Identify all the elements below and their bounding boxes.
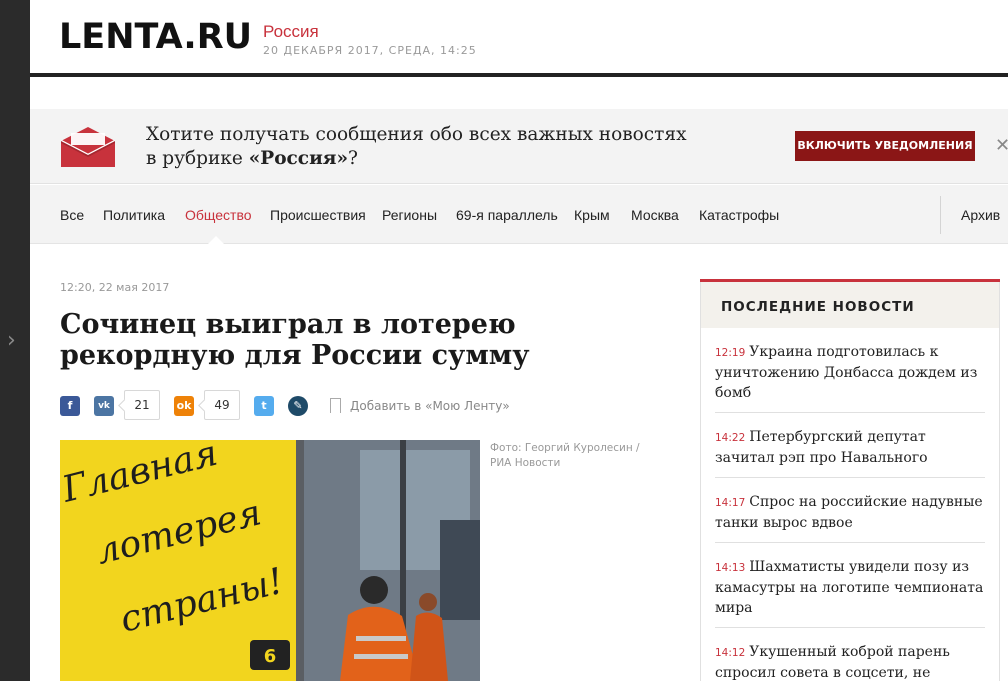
news-headline[interactable]: Петербургский депутат зачитал рэп про На… (715, 429, 928, 466)
nav-item-regions[interactable]: Регионы (382, 207, 437, 223)
livejournal-share-icon[interactable]: ✎ (288, 396, 308, 416)
sidebar-header: ПОСЛЕДНИЕ НОВОСТИ (701, 282, 999, 328)
news-item[interactable]: 14:17 Спрос на российские надувные танки … (715, 492, 987, 533)
twitter-share-icon[interactable]: t (254, 396, 274, 416)
site-header: LENTA.RU Россия 20 ДЕКАБРЯ 2017, СРЕДА, … (30, 0, 1008, 77)
chevron-right-icon[interactable]: › (7, 328, 16, 353)
site-logo[interactable]: LENTA.RU (59, 17, 252, 57)
nav-item-crimea[interactable]: Крым (574, 207, 610, 223)
nav-item-69-parallel[interactable]: 69-я параллель (456, 207, 558, 223)
bookmark-icon[interactable] (330, 398, 341, 413)
news-divider (715, 627, 985, 628)
news-headline[interactable]: Украина подготовилась к уничтожению Донб… (715, 344, 977, 401)
notification-prefix: в рубрике (146, 148, 249, 169)
photo-credit-line2[interactable]: РИА Новости (490, 457, 560, 469)
news-item[interactable]: 14:12 Укушенный коброй парень спросил сов… (715, 642, 987, 681)
news-item[interactable]: 14:13 Шахматисты увидели позу из камасутр… (715, 557, 987, 618)
photo-credit: Фото: Георгий Куролесин / РИА Новости (490, 441, 650, 471)
sidebar-title: ПОСЛЕДНИЕ НОВОСТИ (721, 299, 915, 315)
rubric-link[interactable]: Россия (263, 22, 319, 42)
news-time: 14:22 (715, 432, 746, 444)
lottery-kiosk-photo: 6 Главная лотерея страны! (60, 440, 480, 681)
facebook-share-icon[interactable]: f (60, 396, 80, 416)
notification-banner: Хотите получать сообщения обо всех важны… (30, 109, 1008, 184)
nav-item-disasters[interactable]: Катастрофы (699, 207, 779, 223)
nav-item-incidents[interactable]: Происшествия (270, 207, 366, 223)
nav-item-moscow[interactable]: Москва (631, 207, 679, 223)
rubric-nav: Все Политика Общество Происшествия Регио… (30, 185, 1008, 244)
odnoklassniki-share-icon[interactable]: ok (174, 396, 194, 416)
article-date: 12:20, 22 мая 2017 (60, 281, 170, 294)
news-item[interactable]: 12:19 Украина подготовилась к уничтожению… (715, 342, 987, 403)
notification-text: Хотите получать сообщения обо всех важны… (146, 123, 687, 171)
left-rail: › (0, 0, 30, 681)
nav-divider (940, 196, 941, 234)
article-title: Сочинец выиграл в лотерею рекордную для … (60, 309, 530, 371)
news-time: 14:17 (715, 497, 746, 509)
news-divider (715, 412, 985, 413)
ok-share-count: 49 (204, 390, 240, 420)
vk-share-icon[interactable]: vk (94, 396, 114, 416)
vk-share-count: 21 (124, 390, 160, 420)
nav-item-archive[interactable]: Архив (961, 207, 1000, 223)
news-headline[interactable]: Шахматисты увидели позу из камасутры на … (715, 559, 983, 616)
news-item[interactable]: 14:22 Петербургский депутат зачитал рэп п… (715, 427, 987, 468)
news-headline[interactable]: Спрос на российские надувные танки вырос… (715, 494, 983, 531)
page-main: LENTA.RU Россия 20 ДЕКАБРЯ 2017, СРЕДА, … (30, 0, 1008, 681)
news-divider (715, 542, 985, 543)
enable-notifications-button[interactable]: ВКЛЮЧИТЬ УВЕДОМЛЕНИЯ (795, 131, 975, 161)
close-icon[interactable]: ✕ (995, 135, 1008, 156)
nav-item-all[interactable]: Все (60, 207, 84, 223)
nav-item-society[interactable]: Общество (185, 207, 252, 223)
add-to-my-lenta-link[interactable]: Добавить в «Мою Ленту» (350, 399, 510, 413)
header-divider (30, 73, 1008, 77)
news-divider (715, 477, 985, 478)
nav-item-politics[interactable]: Политика (103, 207, 165, 223)
photo-credit-line1: Фото: Георгий Куролесин / (490, 442, 640, 454)
svg-text:6: 6 (264, 646, 277, 667)
latest-news-sidebar: ПОСЛЕДНИЕ НОВОСТИ 12:19 Украина подготови… (700, 279, 1000, 681)
notification-line1: Хотите получать сообщения обо всех важны… (146, 124, 687, 145)
current-date: 20 ДЕКАБРЯ 2017, СРЕДА, 14:25 (263, 44, 477, 57)
news-time: 12:19 (715, 347, 746, 359)
news-time: 14:12 (715, 647, 746, 659)
news-headline[interactable]: Укушенный коброй парень спросил совета в… (715, 644, 950, 681)
notification-suffix: ? (348, 148, 358, 169)
envelope-icon (61, 127, 115, 167)
news-time: 14:13 (715, 562, 746, 574)
active-tab-caret (208, 236, 224, 244)
article-photo: 6 Главная лотерея страны! (60, 440, 480, 681)
notification-rubric: «Россия» (248, 148, 349, 169)
